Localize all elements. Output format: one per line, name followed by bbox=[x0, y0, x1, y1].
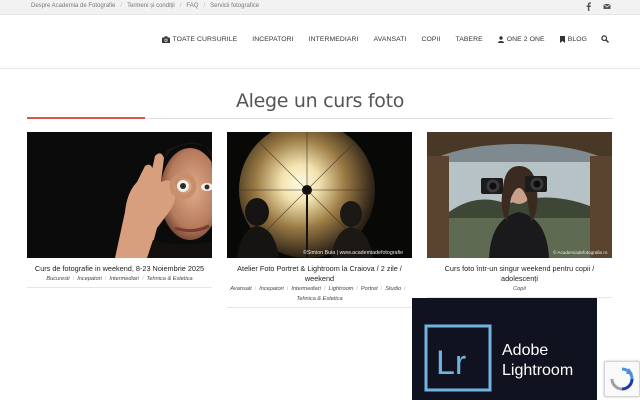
lightroom-logo: Lr bbox=[436, 344, 466, 382]
tag-link[interactable]: Lightroom bbox=[328, 286, 353, 292]
search-button[interactable] bbox=[601, 35, 612, 43]
card-divider bbox=[27, 287, 212, 288]
nav-label: BLOG bbox=[567, 35, 587, 43]
facebook-icon[interactable] bbox=[585, 2, 592, 11]
tag-link[interactable]: Avansati bbox=[230, 286, 251, 292]
lightroom-banner[interactable]: Lr Adobe Lightroom bbox=[412, 298, 597, 400]
course-title[interactable]: Atelier Foto Portret & Lightroom la Crai… bbox=[227, 264, 412, 284]
recaptcha-badge[interactable] bbox=[604, 361, 640, 397]
course-image[interactable]: © Academiadefotografie.ro bbox=[427, 132, 612, 258]
tag-link[interactable]: Tehnica & Estetica bbox=[296, 296, 342, 302]
tag-link[interactable]: Tehnica & Estetica bbox=[147, 276, 193, 282]
page-title: Alege un curs foto bbox=[235, 90, 405, 112]
tag-link[interactable]: Studio bbox=[385, 286, 401, 292]
course-photo-studio-umbrella: ©Simion Buia | www.academiadefotografie bbox=[227, 132, 412, 258]
course-title[interactable]: Curs de fotografie in weekend, 8-23 Noie… bbox=[27, 264, 212, 274]
camera-icon bbox=[161, 35, 170, 43]
main-nav: TOATE CURSURILE INCEPATORI INTERMEDIARI … bbox=[147, 35, 612, 43]
course-image[interactable] bbox=[27, 132, 212, 258]
nav-label: INCEPATORI bbox=[252, 35, 294, 43]
user-icon bbox=[497, 35, 504, 43]
course-tags: Copii bbox=[427, 284, 612, 294]
top-link-about[interactable]: Despre Academia de Fotografie bbox=[31, 3, 115, 9]
photo-watermark: © Academiadefotografie.ro bbox=[553, 249, 608, 255]
tag-link[interactable]: Intermediari bbox=[109, 276, 139, 282]
tag-link[interactable]: Copii bbox=[513, 286, 526, 292]
social-icons bbox=[585, 2, 611, 11]
nav-item-incepatori[interactable]: INCEPATORI bbox=[252, 36, 293, 43]
nav-label: TABERE bbox=[455, 35, 483, 43]
course-tags: Bucuresti / Incepatori / Intermediari / Tehnic… bbox=[46, 276, 193, 282]
nav-item-all-courses[interactable]: TOATE CURSURILE bbox=[161, 35, 238, 43]
course-image[interactable]: ©Simion Buia | www.academiadefotografie bbox=[227, 132, 412, 258]
nav-label: COPII bbox=[421, 35, 441, 43]
photo-watermark: ©Simion Buia | www.academiadefotografie bbox=[303, 249, 403, 256]
site-header: TOATE CURSURILE INCEPATORI INTERMEDIARI … bbox=[0, 15, 640, 69]
tag-link[interactable]: Portret bbox=[361, 286, 378, 292]
nav-label: TOATE CURSURILE bbox=[172, 35, 238, 43]
nav-label: AVANSATI bbox=[373, 35, 407, 43]
top-links: Despre Academia de Fotografie / Termeni … bbox=[31, 3, 260, 9]
course-card[interactable]: Curs de fotografie in weekend, 8-23 Noie… bbox=[27, 132, 212, 288]
course-card[interactable]: ©Simion Buia | www.academiadefotografie … bbox=[227, 132, 412, 308]
top-link-services[interactable]: Servicii fotografice bbox=[210, 3, 259, 9]
top-link-terms[interactable]: Termeni și condiții bbox=[127, 3, 175, 9]
top-bar: Despre Academia de Fotografie / Termeni … bbox=[0, 0, 640, 15]
nav-item-tabere[interactable]: TABERE bbox=[455, 36, 482, 43]
nav-item-blog[interactable]: BLOG bbox=[559, 35, 587, 43]
course-photo-man-hand-glasses bbox=[27, 132, 212, 258]
tag-link[interactable]: Incepatori bbox=[259, 286, 284, 292]
banner-line2: Lightroom bbox=[502, 362, 573, 379]
nav-item-avansati[interactable]: AVANSATI bbox=[374, 36, 407, 43]
nav-item-intermediari[interactable]: INTERMEDIARI bbox=[309, 36, 359, 43]
tag-link[interactable]: Bucuresti bbox=[46, 276, 69, 282]
nav-label: ONE 2 ONE bbox=[506, 35, 545, 43]
nav-item-one2one[interactable]: ONE 2 ONE bbox=[497, 35, 545, 43]
card-divider bbox=[227, 307, 412, 308]
tag-link[interactable]: Intermediari bbox=[291, 286, 321, 292]
course-title[interactable]: Curs foto într-un singur weekend pentru … bbox=[427, 264, 612, 284]
banner-line1: Adobe bbox=[502, 342, 548, 359]
top-link-faq[interactable]: FAQ bbox=[186, 3, 198, 9]
course-tags: Avansati / Incepatori / Intermediari / Lightro… bbox=[230, 286, 406, 302]
search-icon bbox=[601, 35, 609, 43]
envelope-icon[interactable] bbox=[603, 2, 611, 11]
course-card[interactable]: © Academiadefotografie.ro Curs foto într… bbox=[427, 132, 612, 298]
tag-link[interactable]: Incepatori bbox=[77, 276, 102, 282]
recaptcha-icon bbox=[610, 367, 634, 391]
bookmark-icon bbox=[559, 35, 565, 43]
course-photo-girl-camera: © Academiadefotografie.ro bbox=[427, 132, 612, 258]
heading-accent-line bbox=[27, 117, 145, 119]
nav-item-copii[interactable]: COPII bbox=[421, 36, 440, 43]
nav-label: INTERMEDIARI bbox=[308, 35, 359, 43]
